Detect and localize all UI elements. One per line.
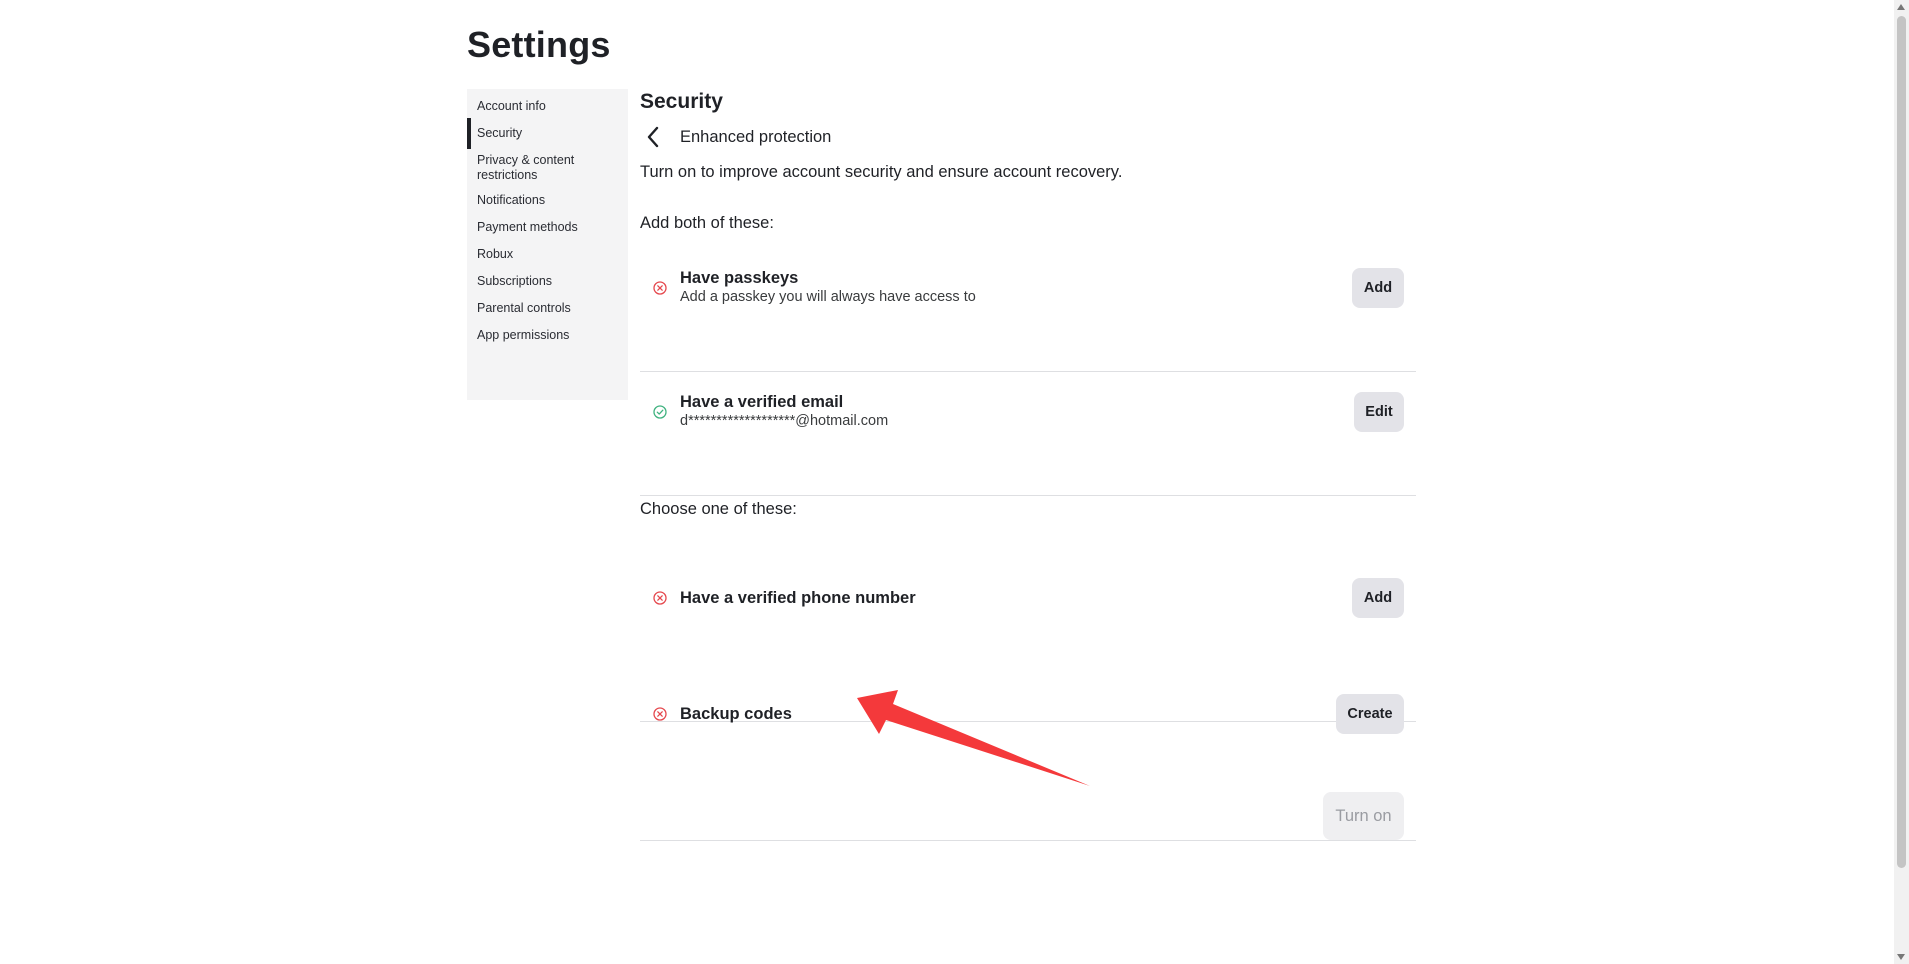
- page-scrollbar[interactable]: [1894, 0, 1909, 964]
- requirement-row-passkeys: Have passkeys Add a passkey you will alw…: [640, 248, 1416, 372]
- requirement-texts: Have a verified phone number: [680, 588, 916, 608]
- check-circle-icon: [653, 405, 667, 419]
- back-row: Enhanced protection: [640, 124, 831, 150]
- sidebar-item-robux[interactable]: Robux: [467, 247, 628, 262]
- requirement-title: Have a verified email: [680, 393, 844, 411]
- create-backup-codes-button[interactable]: Create: [1336, 694, 1404, 734]
- sidebar-item-notifications[interactable]: Notifications: [467, 193, 628, 208]
- page-title: Settings: [467, 24, 611, 65]
- sidebar-item-security[interactable]: Security: [467, 118, 628, 149]
- group-label-required: Add both of these:: [640, 214, 774, 232]
- settings-page: Settings Account info Security Privacy &…: [0, 0, 1909, 964]
- group-label-choose: Choose one of these:: [640, 500, 797, 518]
- sidebar-item-account-info[interactable]: Account info: [467, 99, 628, 114]
- requirement-texts: Have a verified email d*****************…: [680, 392, 888, 430]
- scroll-down-arrow-icon[interactable]: [1897, 954, 1905, 960]
- requirement-row-email: Have a verified email d*****************…: [640, 372, 1416, 496]
- scrollbar-thumb[interactable]: [1897, 16, 1906, 868]
- back-button[interactable]: [640, 124, 674, 150]
- requirement-texts: Have passkeys Add a passkey you will alw…: [680, 268, 976, 306]
- add-passkey-button[interactable]: Add: [1352, 268, 1404, 308]
- add-phone-button[interactable]: Add: [1352, 578, 1404, 618]
- sidebar-item-privacy[interactable]: Privacy & content restrictions: [467, 153, 628, 183]
- error-circle-icon: [653, 591, 667, 605]
- security-panel: Security Enhanced protection Turn on to …: [640, 88, 1416, 841]
- intro-text: Turn on to improve account security and …: [640, 163, 1123, 181]
- requirement-title: Have a verified phone number: [680, 589, 916, 607]
- requirement-subtitle: Add a passkey you will always have acces…: [680, 289, 976, 305]
- masked-email: d*******************@hotmail.com: [680, 413, 889, 429]
- requirement-title: Have passkeys: [680, 269, 799, 287]
- sidebar-item-subscriptions[interactable]: Subscriptions: [467, 274, 628, 289]
- sidebar-item-app-permissions[interactable]: App permissions: [467, 328, 628, 343]
- error-circle-icon: [653, 281, 667, 295]
- error-circle-icon: [653, 707, 667, 721]
- requirement-texts: Backup codes: [680, 704, 792, 724]
- chevron-left-icon: [647, 126, 659, 148]
- settings-sidebar: Account info Security Privacy & content …: [467, 89, 628, 400]
- requirement-title: Backup codes: [680, 705, 792, 723]
- turn-on-button[interactable]: Turn on: [1323, 792, 1404, 840]
- sidebar-item-payment-methods[interactable]: Payment methods: [467, 220, 628, 235]
- subpage-title: Enhanced protection: [680, 127, 832, 146]
- section-title: Security: [640, 90, 723, 113]
- edit-email-button[interactable]: Edit: [1354, 392, 1404, 432]
- sidebar-item-parental-controls[interactable]: Parental controls: [467, 301, 628, 316]
- requirement-row-backup-codes: Backup codes Create: [640, 694, 1416, 841]
- scroll-up-arrow-icon[interactable]: [1897, 4, 1905, 10]
